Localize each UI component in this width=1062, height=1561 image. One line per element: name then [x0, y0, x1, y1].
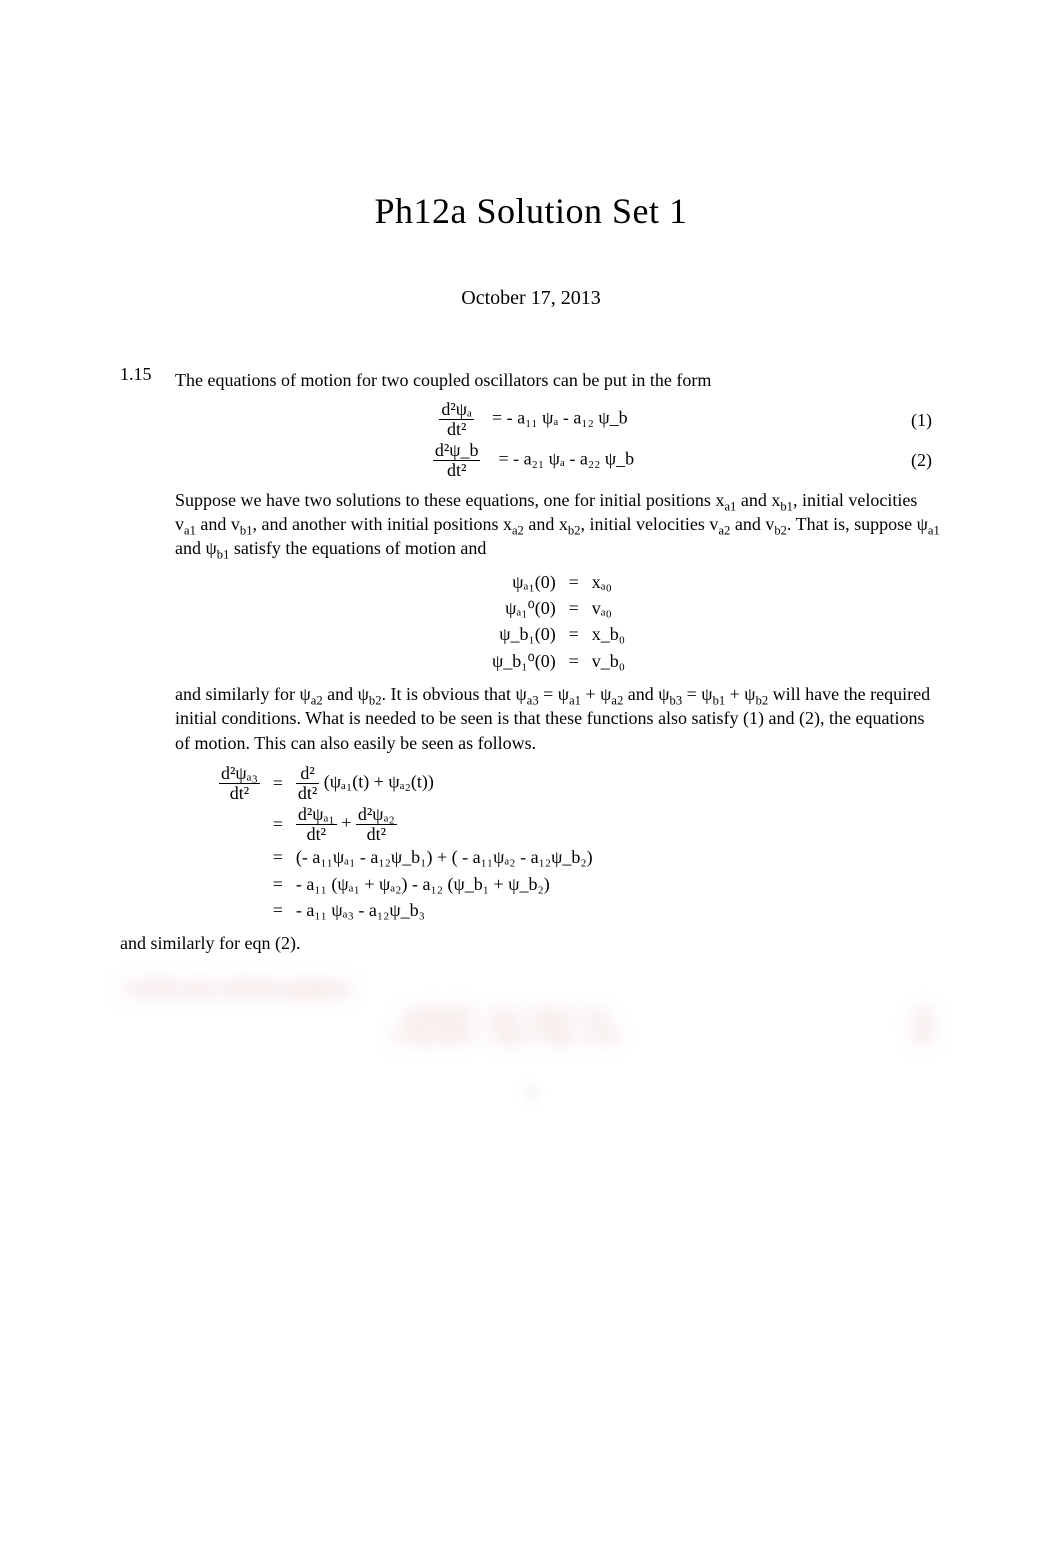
problem-number: 1.15 [120, 360, 175, 964]
eq1-lhs-fraction: d²ψₐ dt² [439, 400, 474, 439]
blurred-eq3: m d²ψₐ/dt² = - kψₐ + k(ψ_b - ψₐ) [120, 1007, 892, 1025]
eq2-tag: (2) [892, 448, 942, 472]
eq2-lhs-fraction: d²ψ_b dt² [433, 441, 481, 480]
equation-2: d²ψ_b dt² = - a₂₁ ψₐ - a₂₂ ψ_b (2) [175, 441, 942, 480]
equation-1: d²ψₐ dt² = - a₁₁ ψₐ - a₁₂ ψ_b (1) [175, 400, 942, 439]
paragraph-solutions: Suppose we have two solutions to these e… [175, 488, 942, 561]
derivation-block: d²ψₐ₃dt² = d²dt² (ψₐ₁(t) + ψₐ₂(t)) = d²ψ… [215, 763, 597, 923]
blurred-eq4: m d²ψ_b/dt² = - kψ_b + k(ψₐ - ψ_b) [120, 1027, 892, 1045]
blurred-content: 1.18 We start with the equations m d²ψₐ/… [120, 978, 942, 1045]
page-title: Ph12a Solution Set 1 [120, 190, 942, 232]
paragraph-obvious: and similarly for ψa2 and ψb2. It is obv… [175, 682, 942, 755]
problem-body: The equations of motion for two coupled … [175, 360, 942, 964]
eq1-rhs: = - a₁₁ ψₐ - a₁₂ ψ_b [492, 408, 628, 428]
blurred-eq3-tag: (3) [892, 1007, 942, 1025]
blurred-upsell-region: 1.18 We start with the equations m d²ψₐ/… [120, 978, 942, 1103]
blurred-eq4-tag: (4) [892, 1027, 942, 1045]
closing-text: and similarly for eqn (2). [120, 931, 942, 955]
document-date: October 17, 2013 [120, 287, 942, 310]
intro-text: The equations of motion for two coupled … [175, 368, 942, 392]
document-page: Ph12a Solution Set 1 October 17, 2013 1.… [0, 0, 1062, 1143]
eq2-rhs: = - a₂₁ ψₐ - a₂₂ ψ_b [498, 449, 634, 469]
initial-conditions: ψₐ₁(0)=xₐ₀ ψₐ₁⁰(0)=vₐ₀ ψ_b₁(0)=x_b₀ ψ_b₁… [488, 569, 629, 674]
blurred-lead: 1.18 We start with the equations [120, 978, 942, 999]
problem-1-15: 1.15 The equations of motion for two cou… [120, 360, 942, 964]
eq1-tag: (1) [892, 408, 942, 432]
page-number: 1 [120, 1085, 942, 1103]
